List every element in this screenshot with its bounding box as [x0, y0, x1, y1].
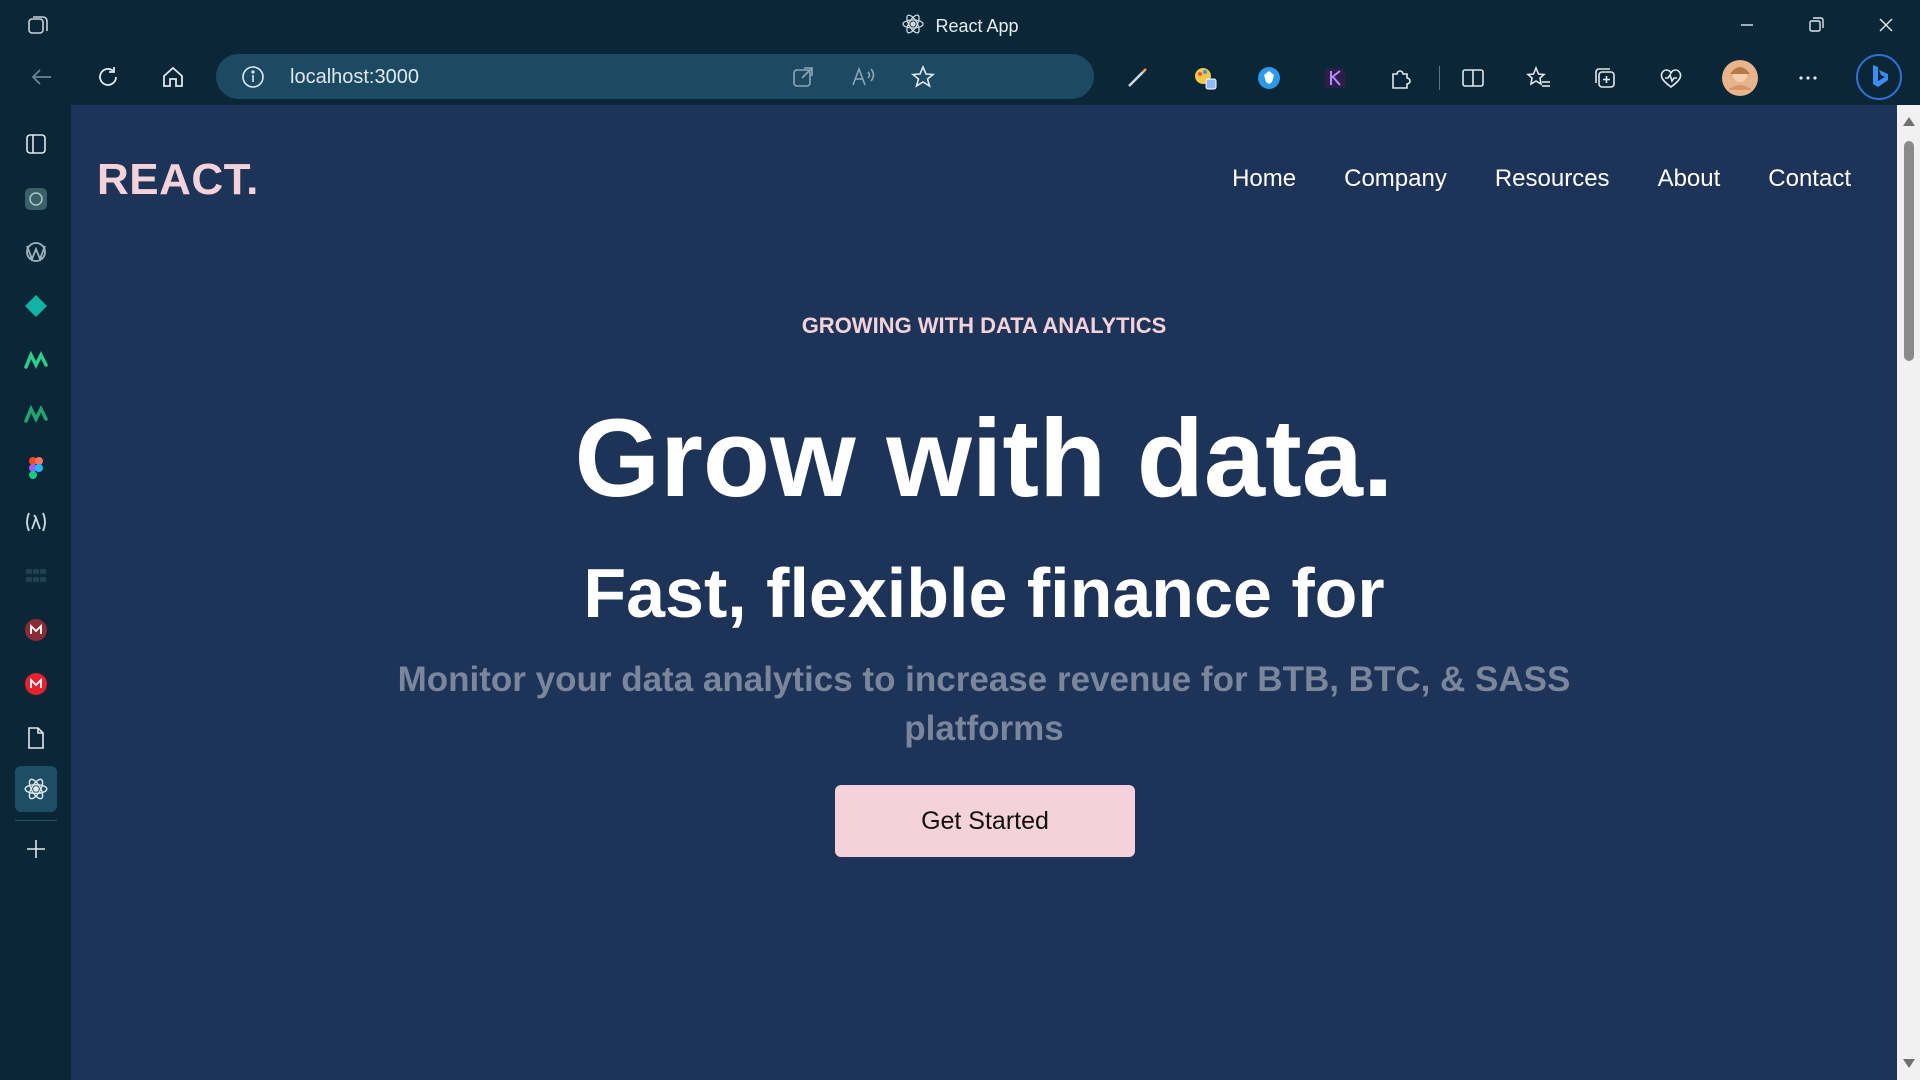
sidebar-divider	[15, 820, 57, 821]
favorites-icon[interactable]	[1524, 63, 1554, 93]
color-picker-icon[interactable]	[1190, 63, 1220, 93]
back-icon[interactable]	[24, 59, 60, 95]
hero-headline: Grow with data.	[574, 397, 1394, 520]
nav-link-about[interactable]: About	[1658, 165, 1721, 193]
lambda-icon[interactable]	[15, 501, 57, 543]
add-icon[interactable]	[15, 828, 57, 870]
url-text[interactable]: localhost:3000	[290, 66, 419, 89]
chatgpt-icon[interactable]	[15, 178, 57, 220]
title-bar: React App	[0, 0, 1920, 50]
scroll-down-icon[interactable]	[1903, 1059, 1915, 1068]
toolbar-divider	[1438, 63, 1440, 93]
monday-alt-icon[interactable]	[15, 393, 57, 435]
grid-app-icon[interactable]	[15, 555, 57, 597]
more-icon[interactable]	[1793, 63, 1823, 93]
collections-icon[interactable]	[1590, 63, 1620, 93]
window-title: React App	[935, 16, 1019, 36]
get-started-button[interactable]: Get Started	[835, 785, 1135, 857]
open-in-app-icon[interactable]	[790, 64, 816, 90]
nav-link-company[interactable]: Company	[1344, 165, 1447, 193]
browser-essentials-icon[interactable]	[1656, 63, 1686, 93]
gmail-alt-icon[interactable]	[15, 609, 57, 651]
sidebar	[0, 105, 71, 1080]
read-aloud-icon[interactable]	[850, 64, 876, 90]
favorite-star-icon[interactable]	[910, 64, 936, 90]
pen-icon[interactable]	[1122, 63, 1152, 93]
react-icon	[901, 12, 925, 41]
gmail-icon[interactable]	[15, 663, 57, 705]
react-app-icon[interactable]	[15, 766, 57, 812]
page-viewport: REACT. Home Company Resources About Cont…	[71, 105, 1897, 1080]
bing-copilot-icon[interactable]	[1856, 54, 1902, 100]
app-icon[interactable]	[15, 231, 57, 273]
close-icon[interactable]	[1871, 10, 1901, 40]
split-screen-icon[interactable]	[1458, 63, 1488, 93]
site-nav: Home Company Resources About Contact	[1232, 165, 1851, 193]
site-logo[interactable]: REACT.	[97, 155, 259, 205]
tab-panel-icon[interactable]	[15, 123, 57, 165]
nav-link-resources[interactable]: Resources	[1495, 165, 1610, 193]
diamond-app-icon[interactable]	[15, 285, 57, 327]
profile-avatar[interactable]	[1722, 60, 1758, 96]
bitwarden-icon[interactable]	[1254, 63, 1284, 93]
hero-description: Monitor your data analytics to increase …	[397, 660, 1571, 748]
document-icon[interactable]	[15, 717, 57, 759]
minimize-icon[interactable]	[1732, 10, 1762, 40]
scroll-up-icon[interactable]	[1903, 117, 1915, 126]
hero-eyebrow: GROWING WITH DATA ANALYTICS	[801, 313, 1167, 338]
nav-link-contact[interactable]: Contact	[1768, 165, 1851, 193]
figma-icon[interactable]	[15, 447, 57, 489]
scrollbar-thumb[interactable]	[1904, 141, 1914, 361]
hero-subheadline: Fast, flexible finance for	[583, 554, 1385, 632]
kite-icon[interactable]	[1320, 63, 1350, 93]
monday-icon[interactable]	[15, 339, 57, 381]
refresh-icon[interactable]	[90, 59, 126, 95]
window-title-area: React App	[0, 12, 1920, 41]
nav-link-home[interactable]: Home	[1232, 165, 1296, 193]
home-icon[interactable]	[155, 59, 191, 95]
address-bar[interactable]: localhost:3000	[216, 54, 1094, 99]
page-scrollbar[interactable]	[1897, 105, 1920, 1080]
info-icon[interactable]	[240, 64, 266, 90]
browser-toolbar: localhost:3000	[0, 50, 1920, 105]
extensions-icon[interactable]	[1386, 63, 1416, 93]
restore-icon[interactable]	[1801, 10, 1831, 40]
